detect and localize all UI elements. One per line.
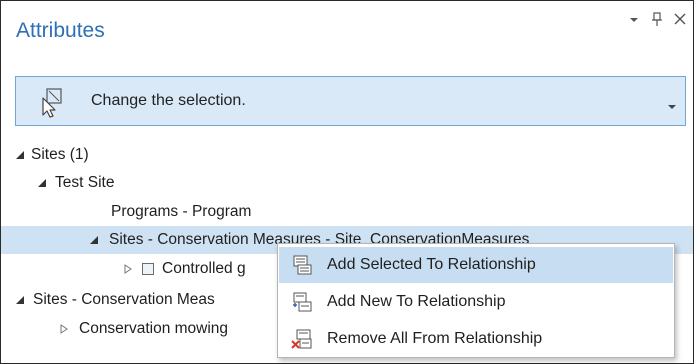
- expanded-triangle-icon[interactable]: [37, 169, 49, 197]
- chevron-down-icon[interactable]: [667, 98, 677, 109]
- tree-node-label: Sites (1): [31, 146, 89, 163]
- change-selection-bar[interactable]: Change the selection.: [15, 76, 686, 126]
- tree-node-label: Controlled g: [162, 260, 246, 277]
- tree-node[interactable]: Test Site: [1, 169, 693, 197]
- add-new-icon: [291, 291, 313, 313]
- pane-title: Attributes: [16, 19, 105, 42]
- expanded-triangle-icon[interactable]: [15, 286, 27, 314]
- close-icon[interactable]: [673, 11, 687, 27]
- pane-controls: [627, 11, 687, 27]
- pane-header: Attributes: [1, 1, 693, 59]
- tree-node-label: Sites - Conservation Meas: [33, 291, 215, 308]
- collapsed-triangle-icon[interactable]: [59, 315, 71, 343]
- tree-node-label: Conservation mowing: [79, 320, 229, 337]
- expanded-triangle-icon[interactable]: [15, 141, 27, 169]
- add-selected-to-relationship-item[interactable]: Add Selected To Relationship: [279, 247, 673, 283]
- tree-node-label: Test Site: [55, 174, 115, 191]
- tree-node[interactable]: Sites (1): [1, 141, 693, 169]
- feature-checkbox[interactable]: [142, 263, 154, 275]
- selection-text: Change the selection.: [91, 92, 246, 109]
- selection-pointer-icon: [38, 86, 72, 118]
- tree-node[interactable]: Programs - Program: [1, 198, 693, 226]
- chevron-down-icon[interactable]: [627, 11, 641, 27]
- pin-icon[interactable]: [650, 11, 664, 27]
- context-menu: Add Selected To Relationship Add New To …: [277, 243, 675, 358]
- attributes-pane: Attributes Change the selection. Sites (…: [0, 0, 694, 364]
- remove-all-from-relationship-item[interactable]: Remove All From Relationship: [279, 321, 673, 357]
- menu-item-label: Add New To Relationship: [327, 293, 506, 310]
- expanded-triangle-icon[interactable]: [89, 226, 101, 254]
- menu-item-label: Add Selected To Relationship: [327, 256, 536, 273]
- remove-all-icon: [291, 328, 313, 350]
- collapsed-triangle-icon[interactable]: [123, 255, 135, 283]
- tree-node-label: Programs - Program: [111, 203, 252, 220]
- add-selected-icon: [291, 254, 313, 276]
- add-new-to-relationship-item[interactable]: Add New To Relationship: [279, 284, 673, 320]
- menu-item-label: Remove All From Relationship: [327, 330, 543, 347]
